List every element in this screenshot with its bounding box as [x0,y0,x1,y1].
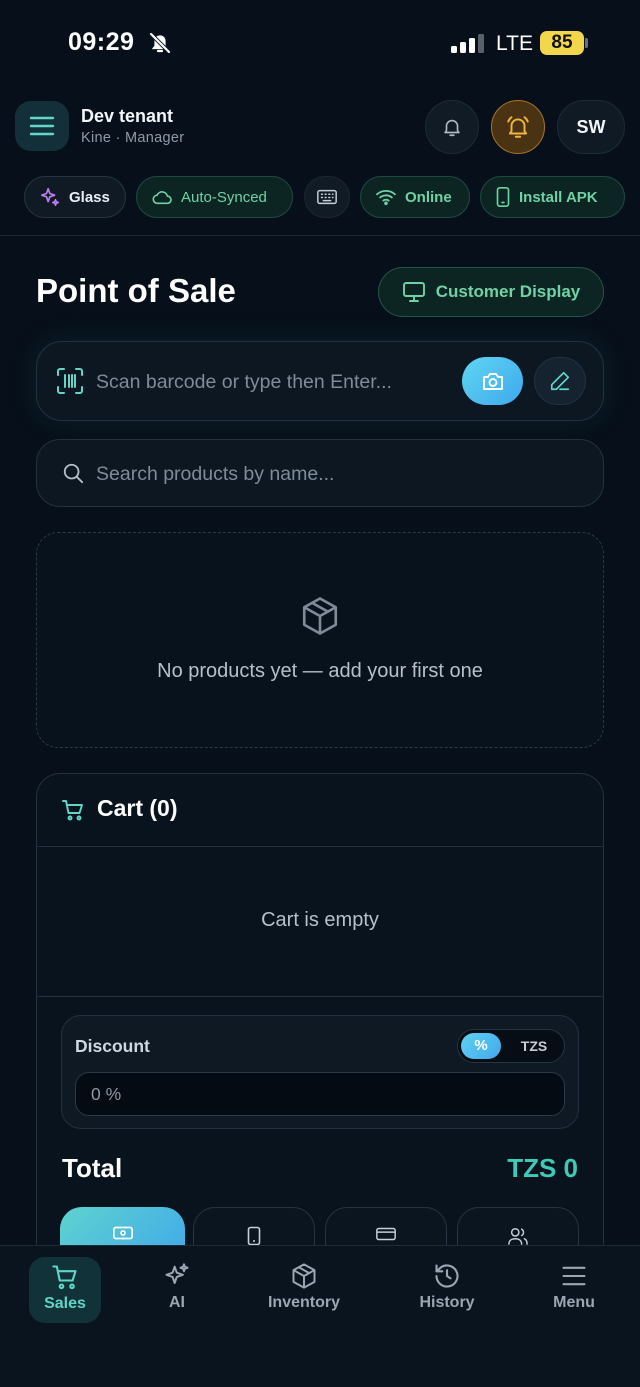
total-value: TZS 0 [507,1153,578,1183]
package-icon [292,1263,316,1289]
status-time: 09:29 [68,28,135,56]
cash-icon [112,1226,133,1240]
cart-empty-text: Cart is empty [261,909,379,931]
customer-display-label: Customer Display [435,282,581,301]
bell-ring-icon [507,116,529,138]
header-divider [0,235,640,236]
battery-indicator: 85 [540,31,584,55]
monitor-icon [402,282,425,302]
glass-theme-chip[interactable]: Glass [24,176,126,218]
signal-icon [450,33,486,55]
cart-divider [37,996,603,997]
customer-display-button[interactable]: Customer Display [378,267,604,317]
manual-entry-button[interactable] [534,357,586,405]
auto-sync-chip[interactable]: Auto-Synced [136,176,293,218]
cart-divider [37,846,603,847]
user-avatar[interactable]: SW [557,100,625,154]
online-chip-label: Online [405,188,452,206]
camera-scan-button[interactable] [462,357,523,405]
hamburger-icon [29,116,55,136]
nav-history-label: History [419,1294,475,1311]
nav-inventory-label: Inventory [267,1294,340,1311]
cart-title: Cart (0) [97,795,178,821]
battery-tip [585,38,588,48]
package-icon [299,595,341,637]
cloud-icon [152,191,172,205]
discount-mode-currency[interactable]: TZS [510,1033,558,1059]
alerts-button[interactable] [491,100,545,154]
products-empty-text: No products yet — add your first one [157,660,483,682]
menu-icon [562,1266,586,1286]
products-empty-state [36,532,604,748]
notifications-button[interactable] [425,100,479,154]
barcode-scan-icon [56,367,84,395]
cart-icon [61,798,85,822]
nav-inventory[interactable]: Inventory [258,1262,350,1312]
history-icon [435,1264,459,1288]
hamburger-menu-button[interactable] [15,101,69,151]
nav-sales[interactable]: Sales [29,1257,101,1323]
keyboard-button[interactable] [304,176,350,218]
apk-chip-label: Install APK [519,188,598,206]
nav-ai[interactable]: AI [150,1262,204,1312]
sync-chip-label: Auto-Synced [181,188,267,206]
nav-ai-label: AI [169,1294,185,1311]
discount-input[interactable] [75,1072,565,1116]
credit-card-icon [376,1227,396,1241]
tenant-name: Dev tenant [81,106,174,126]
camera-icon [482,373,503,390]
keyboard-icon [317,189,337,205]
smartphone-icon [496,187,510,207]
nav-menu-label: Menu [553,1294,595,1311]
sparkles-icon [40,187,60,207]
smartphone-icon [247,1226,261,1246]
barcode-input[interactable] [96,368,446,396]
wifi-icon [376,190,396,206]
cart-icon [52,1265,77,1290]
nav-menu[interactable]: Menu [542,1262,606,1312]
product-search-input[interactable] [96,460,576,488]
install-apk-chip[interactable]: Install APK [480,176,625,218]
online-status-chip[interactable]: Online [360,176,470,218]
sparkles-icon [165,1263,189,1284]
bell-icon [444,119,460,137]
nav-sales-label: Sales [44,1295,86,1312]
discount-mode-percent[interactable]: % [461,1033,501,1059]
page-title: Point of Sale [36,272,236,309]
discount-label: Discount [75,1036,150,1056]
users-icon [508,1228,528,1245]
total-label: Total [62,1153,123,1183]
bell-muted-icon [148,31,172,55]
search-icon [62,462,84,484]
tenant-role: Kine · Manager [81,130,185,146]
status-chip-row: Glass Auto-Synced Online Install APK [0,166,640,228]
nav-history[interactable]: History [410,1262,484,1312]
network-type: LTE [496,32,533,55]
glass-chip-label: Glass [69,188,110,206]
pencil-icon [550,371,570,391]
